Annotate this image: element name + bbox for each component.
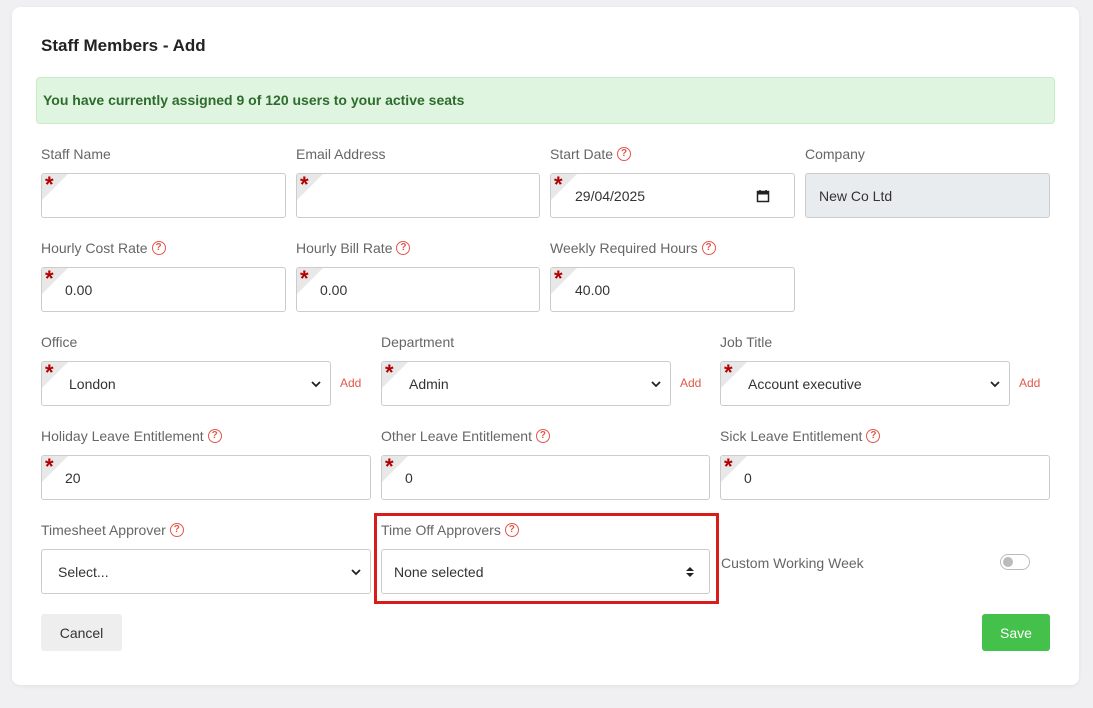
- toggle-knob: [1003, 556, 1013, 567]
- staff-name-label: Staff Name: [41, 146, 111, 162]
- save-button[interactable]: Save: [982, 614, 1050, 651]
- email-input[interactable]: *: [296, 173, 540, 218]
- required-star-icon: *: [45, 173, 54, 197]
- add-office-link[interactable]: Add: [340, 376, 361, 390]
- job-title-label: Job Title: [720, 334, 773, 350]
- add-job-title-link[interactable]: Add: [1019, 376, 1040, 390]
- required-star-icon: *: [554, 173, 563, 197]
- required-star-icon: *: [300, 173, 309, 197]
- help-icon[interactable]: ?: [151, 241, 166, 255]
- required-star-icon: *: [554, 267, 563, 291]
- help-icon[interactable]: ?: [701, 241, 716, 255]
- company-label: Company: [805, 146, 865, 162]
- chevron-down-icon: [990, 380, 1000, 387]
- required-star-icon: *: [724, 361, 733, 385]
- required-star-icon: *: [45, 455, 54, 479]
- help-icon[interactable]: ?: [866, 429, 881, 443]
- other-leave-label: Other Leave Entitlement ?: [381, 428, 550, 444]
- office-select[interactable]: * London: [41, 361, 331, 406]
- chevron-down-icon: [651, 380, 661, 387]
- department-label: Department: [381, 334, 455, 350]
- seats-alert: You have currently assigned 9 of 120 use…: [36, 77, 1055, 124]
- page-title: Staff Members - Add: [41, 36, 206, 55]
- start-date-label: Start Date ?: [550, 146, 632, 162]
- company-input: New Co Ltd: [805, 173, 1050, 218]
- required-star-icon: *: [45, 267, 54, 291]
- department-select[interactable]: * Admin: [381, 361, 671, 406]
- hourly-bill-input[interactable]: * 0.00: [296, 267, 540, 312]
- hourly-cost-input[interactable]: * 0.00: [41, 267, 286, 312]
- help-icon[interactable]: ?: [617, 147, 632, 161]
- other-leave-input[interactable]: * 0: [381, 455, 710, 500]
- email-label: Email Address: [296, 146, 386, 162]
- chevron-down-icon: [351, 568, 361, 575]
- sick-leave-input[interactable]: * 0: [720, 455, 1050, 500]
- required-star-icon: *: [385, 455, 394, 479]
- holiday-leave-label: Holiday Leave Entitlement ?: [41, 428, 222, 444]
- hourly-bill-label: Hourly Bill Rate ?: [296, 240, 411, 256]
- hourly-cost-label: Hourly Cost Rate ?: [41, 240, 166, 256]
- calendar-icon[interactable]: [756, 189, 770, 203]
- help-icon[interactable]: ?: [169, 523, 184, 537]
- custom-working-week-toggle[interactable]: [1000, 554, 1030, 570]
- help-icon[interactable]: ?: [396, 241, 411, 255]
- timesheet-approver-select[interactable]: Select...: [41, 549, 371, 594]
- cancel-button[interactable]: Cancel: [41, 614, 122, 651]
- job-title-select[interactable]: * Account executive: [720, 361, 1010, 406]
- sick-leave-label: Sick Leave Entitlement ?: [720, 428, 881, 444]
- weekly-hours-input[interactable]: * 40.00: [550, 267, 795, 312]
- weekly-hours-label: Weekly Required Hours ?: [550, 240, 716, 256]
- required-star-icon: *: [45, 361, 54, 385]
- required-star-icon: *: [300, 267, 309, 291]
- holiday-leave-input[interactable]: * 20: [41, 455, 371, 500]
- start-date-input[interactable]: * 29/04/2025: [550, 173, 795, 218]
- highlight-box: [374, 513, 719, 604]
- custom-working-week-label: Custom Working Week: [721, 555, 864, 571]
- staff-name-input[interactable]: *: [41, 173, 286, 218]
- chevron-down-icon: [311, 380, 321, 387]
- add-department-link[interactable]: Add: [680, 376, 701, 390]
- timesheet-approver-label: Timesheet Approver ?: [41, 522, 184, 538]
- help-icon[interactable]: ?: [535, 429, 550, 443]
- office-label: Office: [41, 334, 78, 350]
- help-icon[interactable]: ?: [207, 429, 222, 443]
- required-star-icon: *: [385, 361, 394, 385]
- required-star-icon: *: [724, 455, 733, 479]
